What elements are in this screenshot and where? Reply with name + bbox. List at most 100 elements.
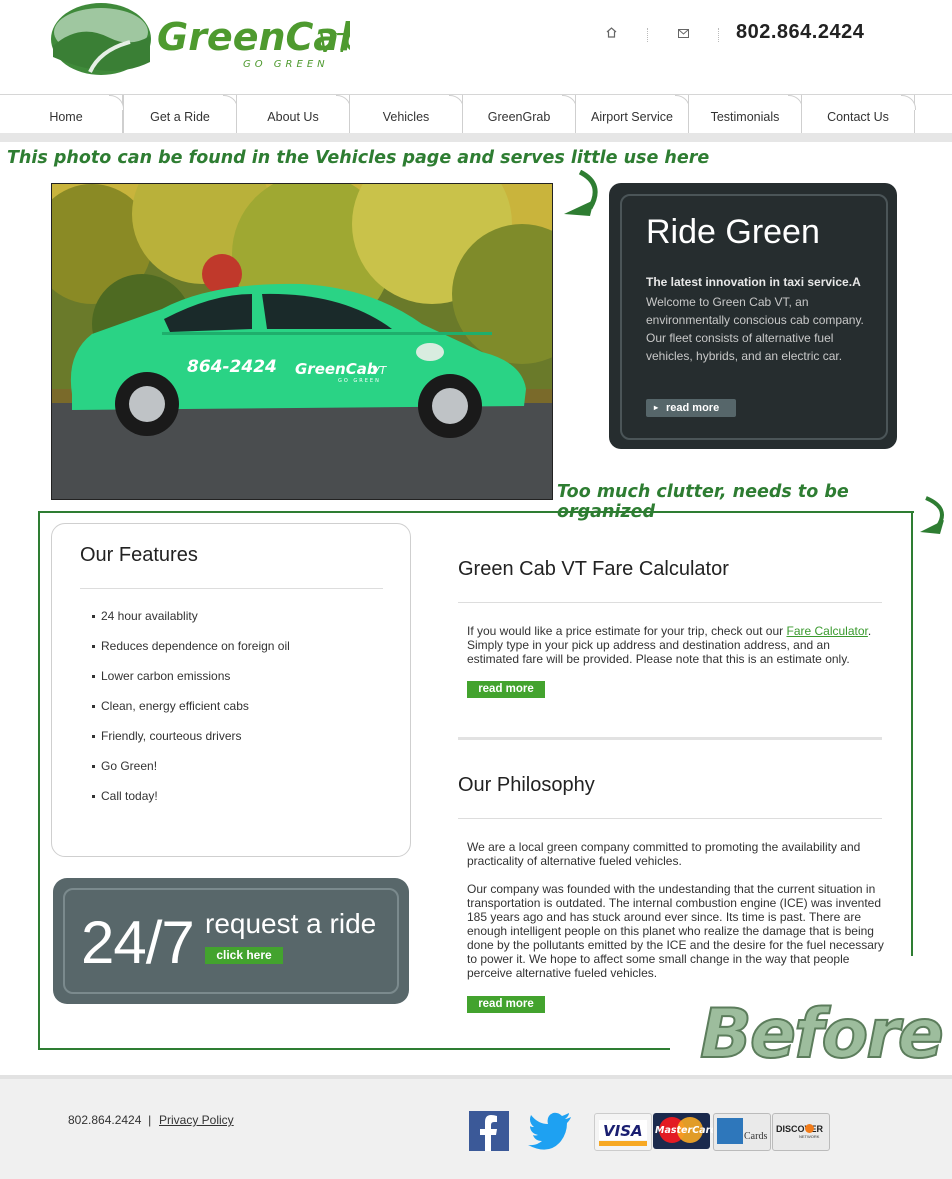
before-stamp: Before (699, 994, 945, 1075)
bullet-icon (92, 735, 95, 739)
annotation-box-edge (38, 1048, 670, 1050)
ride-green-read-more-button[interactable]: ▸ read more (646, 399, 736, 417)
feature-item: Go Green! (92, 759, 157, 773)
nav-vehicles[interactable]: Vehicles (349, 95, 464, 133)
bullet-icon (92, 675, 95, 679)
nav-contact-us[interactable]: Contact Us (801, 95, 916, 133)
features-panel: Our Features 24 hour availablity Reduces… (51, 523, 411, 857)
ride-green-panel: Ride Green The latest innovation in taxi… (609, 183, 897, 449)
fare-title: Green Cab VT Fare Calculator (458, 558, 729, 580)
nav-label: Get a Ride (150, 110, 210, 124)
nav-about-us[interactable]: About Us (236, 95, 351, 133)
section-divider (458, 737, 882, 740)
nav-get-a-ride[interactable]: Get a Ride (123, 95, 238, 133)
discover-label: DISCOVER (776, 1124, 824, 1134)
request-text: request a ride (205, 908, 377, 939)
nav-label: Home (49, 110, 83, 124)
nav-testimonials[interactable]: Testimonials (688, 95, 803, 133)
divider (80, 588, 383, 589)
footer: 802.864.2424 | Privacy Policy VISA Maste… (0, 1075, 952, 1179)
fare-calculator-link[interactable]: Fare Calculator (786, 624, 867, 638)
request-click-here-button[interactable]: click here (205, 947, 283, 964)
cab-photo: 864-2424 GreenCab VT GO GREEN (51, 183, 553, 500)
greencab-logo[interactable]: GreenCab VT GO GREEN (50, 2, 350, 76)
mastercard-icon: MasterCard (653, 1113, 717, 1149)
amex-label: Cards (744, 1131, 768, 1142)
ride-green-title: Ride Green (646, 213, 820, 251)
header-divider (647, 28, 649, 42)
play-arrow-icon: ▸ (654, 403, 659, 412)
feature-item: Call today! (92, 789, 158, 803)
bullet-icon (92, 645, 95, 649)
feature-item: Reduces dependence on foreign oil (92, 639, 290, 653)
home-icon[interactable] (606, 26, 617, 41)
feature-label: 24 hour availablity (101, 609, 198, 623)
request-hours: 24/7 (81, 909, 195, 976)
nav-underbar (0, 133, 952, 142)
bullet-icon (92, 615, 95, 619)
nav-airport-service[interactable]: Airport Service (575, 95, 690, 133)
main-nav: Home Get a Ride About Us Vehicles GreenG… (0, 94, 952, 134)
mastercard-label: MasterCard (655, 1125, 718, 1136)
nav-label: GreenGrab (487, 110, 551, 124)
feature-label: Go Green! (101, 759, 158, 773)
curved-arrow-icon (564, 170, 598, 216)
philosophy-para-1: We are a local green company committed t… (467, 840, 861, 868)
feature-item: Lower carbon emissions (92, 669, 230, 683)
ride-green-body: Welcome to Green Cab VT, an environmenta… (646, 295, 864, 363)
ride-green-lead: The latest innovation in taxi service.A (646, 275, 861, 289)
philosophy-title: Our Philosophy (458, 774, 595, 796)
feature-item: Friendly, courteous drivers (92, 729, 242, 743)
mail-icon[interactable] (678, 26, 689, 41)
nav-label: Vehicles (382, 110, 430, 124)
logo-suffix: VT (318, 29, 350, 59)
divider (458, 818, 882, 819)
curved-arrow-icon (920, 496, 944, 534)
footer-phone: 802.864.2424 | (68, 1113, 151, 1127)
features-title: Our Features (80, 544, 198, 566)
nav-home[interactable]: Home (10, 95, 124, 133)
nav-label: About Us (267, 110, 319, 124)
fare-text-start: If you would like a price estimate for y… (467, 624, 787, 638)
feature-item: Clean, energy efficient cabs (92, 699, 249, 713)
cab-logo-suffix: VT (372, 364, 388, 377)
feature-label: Reduces dependence on foreign oil (101, 639, 290, 653)
feature-label: Call today! (101, 789, 158, 803)
feature-item: 24 hour availablity (92, 609, 198, 623)
request-ride-panel[interactable]: 24/7 request a ride click here (53, 878, 409, 1004)
visa-label: VISA (603, 1122, 643, 1140)
discover-card-icon: DISCOVER NETWORK (772, 1113, 830, 1151)
logo-tagline: GO GREEN (243, 59, 329, 70)
feature-label: Friendly, courteous drivers (101, 729, 242, 743)
cab-number: 864-2424 (187, 357, 277, 377)
facebook-icon[interactable] (469, 1111, 509, 1151)
footer-separator: | (148, 1113, 152, 1127)
bullet-icon (92, 765, 95, 769)
cab-logo-tagline: GO GREEN (338, 378, 381, 384)
header-divider (718, 28, 720, 42)
nav-greengrab[interactable]: GreenGrab (462, 95, 577, 133)
annotation-box-edge (911, 511, 913, 956)
privacy-policy-link[interactable]: Privacy Policy (159, 1113, 234, 1127)
discover-sub-label: NETWORK (799, 1134, 820, 1139)
bullet-icon (92, 705, 95, 709)
nav-label: Contact Us (827, 110, 889, 124)
visa-card-icon: VISA (594, 1113, 652, 1151)
amex-card-icon: Cards (713, 1113, 771, 1151)
feature-label: Clean, energy efficient cabs (101, 699, 249, 713)
button-label: read more (666, 402, 720, 414)
nav-label: Testimonials (710, 110, 780, 124)
fare-text: If you would like a price estimate for y… (467, 624, 885, 666)
philosophy-para-2: Our company was founded with the undesta… (467, 882, 884, 980)
divider (458, 602, 882, 603)
feature-label: Lower carbon emissions (101, 669, 231, 683)
philosophy-read-more-button[interactable]: read more (467, 996, 545, 1013)
cab-logo-text: GreenCab (295, 360, 378, 378)
header-phone[interactable]: 802.864.2424 (736, 21, 864, 44)
annotation-photo-note: This photo can be found in the Vehicles … (7, 148, 710, 168)
fare-read-more-button[interactable]: read more (467, 681, 545, 698)
twitter-icon[interactable] (527, 1111, 573, 1151)
bullet-icon (92, 795, 95, 799)
nav-label: Airport Service (591, 110, 673, 124)
footer-phone-number: 802.864.2424 (68, 1113, 142, 1127)
